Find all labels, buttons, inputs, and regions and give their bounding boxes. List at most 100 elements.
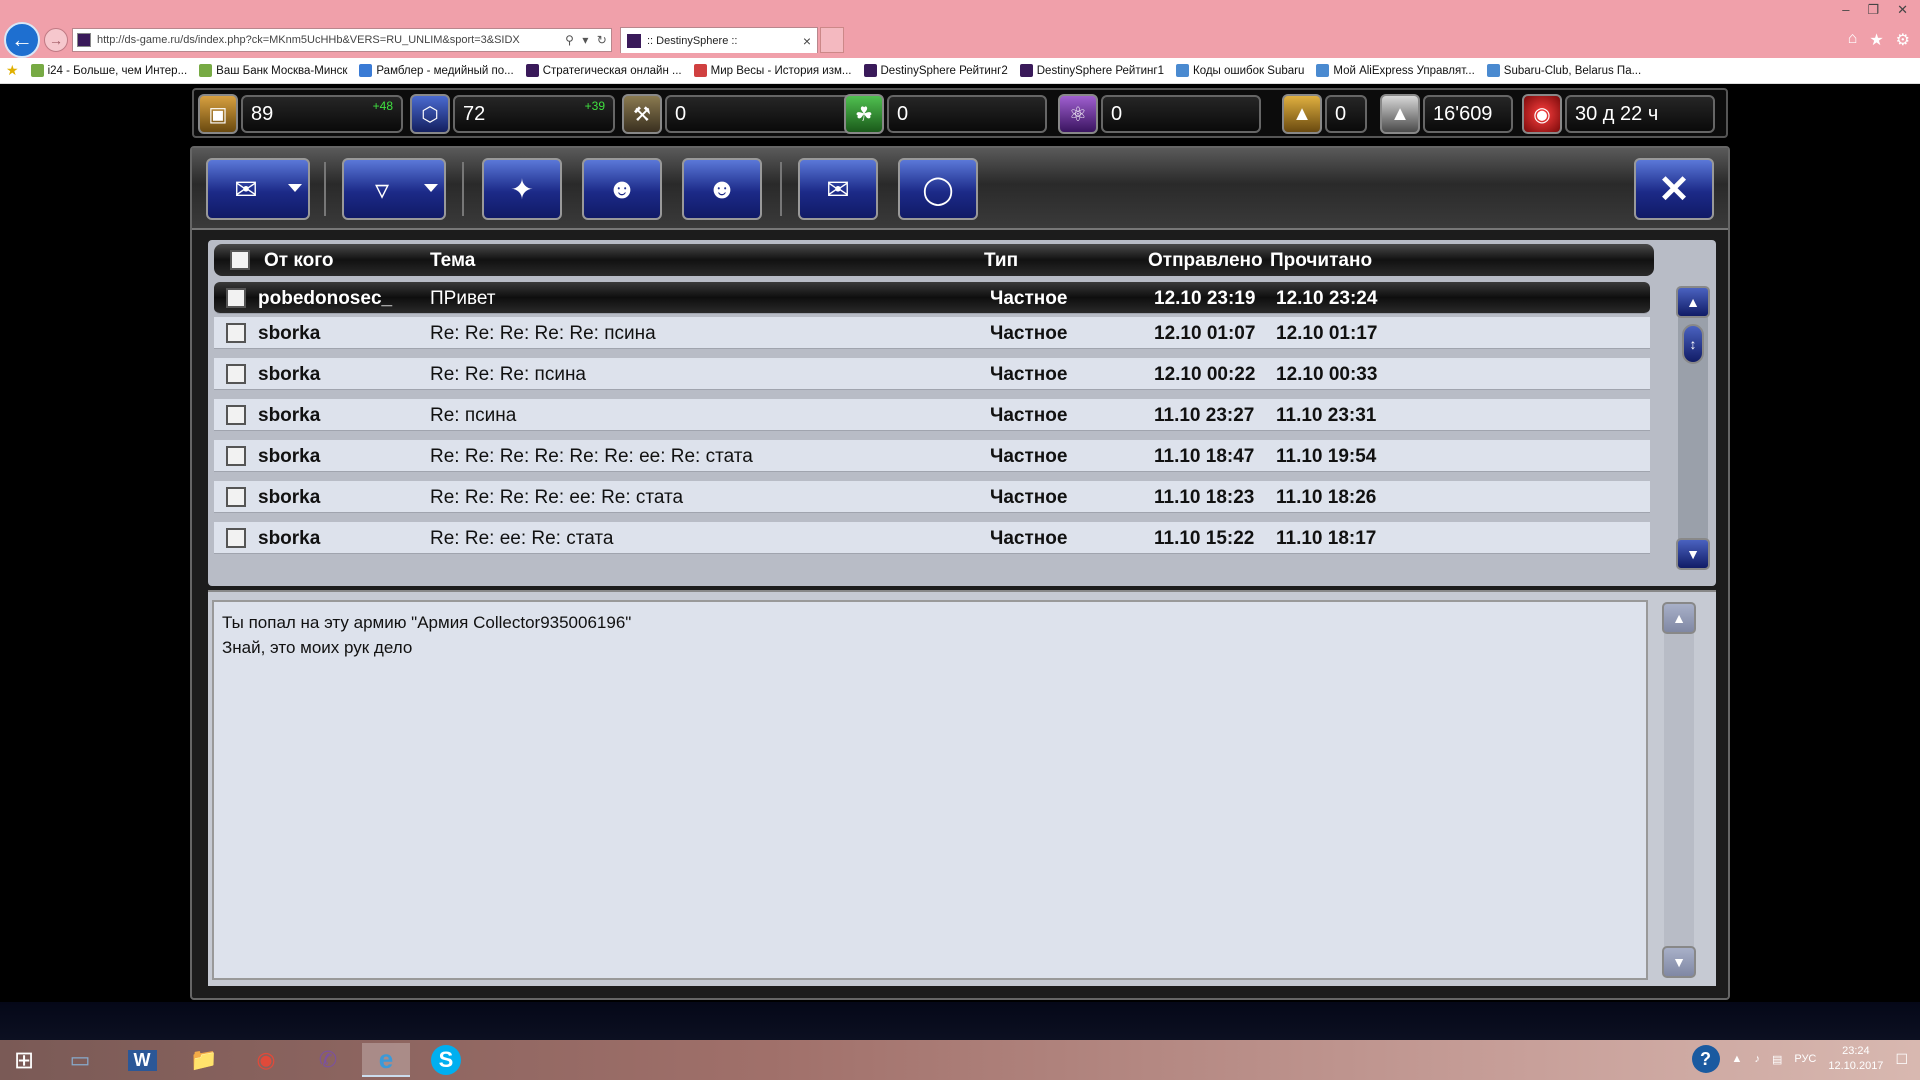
resource-delta: +39: [584, 99, 605, 113]
favorites-star-icon[interactable]: ★: [1869, 30, 1883, 50]
network-icon[interactable]: ▤: [1772, 1053, 1782, 1066]
new-tab-button[interactable]: [820, 27, 844, 53]
dropdown-icon[interactable]: ▾: [582, 33, 588, 47]
message-scrollbar[interactable]: ▲ ▼: [1662, 602, 1696, 978]
table-row[interactable]: sborka Re: Re: Re: Re: ee: Re: стата Час…: [214, 481, 1650, 513]
row-read: 12.10 00:33: [1276, 364, 1378, 385]
home-icon[interactable]: ⌂: [1848, 30, 1858, 50]
scroll-up-button[interactable]: ▲: [1662, 602, 1696, 634]
bookmark[interactable]: i24 - Больше, чем Интер...: [30, 64, 187, 77]
close-panel-button[interactable]: ✕: [1634, 158, 1714, 220]
forward-user-button[interactable]: ☻: [682, 158, 762, 220]
scroll-thumb[interactable]: ↕: [1682, 324, 1704, 364]
message-body[interactable]: Ты попал на эту армию "Армия Collector93…: [212, 600, 1648, 980]
timer-icon[interactable]: ◉: [1522, 94, 1562, 134]
close-tab-icon[interactable]: ×: [803, 33, 811, 49]
tool-icon[interactable]: ⚒: [622, 94, 662, 134]
add-favorite-icon[interactable]: ★: [6, 62, 19, 79]
viber-icon: ✆: [318, 1047, 338, 1072]
search-icon[interactable]: ⚲: [565, 33, 574, 47]
resource-value: 0: [1101, 95, 1261, 133]
url-text[interactable]: http://ds-game.ru/ds/index.php?ck=MKnm5U…: [97, 34, 561, 46]
start-button[interactable]: ⊞: [0, 1043, 48, 1077]
volume-icon[interactable]: ♪: [1754, 1053, 1760, 1065]
row-checkbox[interactable]: [226, 528, 246, 548]
atom-icon[interactable]: ⚛: [1058, 94, 1098, 134]
crystal-icon[interactable]: ⬡: [410, 94, 450, 134]
language-indicator[interactable]: РУС: [1794, 1053, 1816, 1065]
help-icon[interactable]: ?: [1691, 1045, 1720, 1073]
taskbar-app[interactable]: e: [362, 1043, 410, 1077]
bookmark[interactable]: Subaru-Club, Belarus Па...: [1486, 64, 1641, 77]
ship-silver-icon[interactable]: ▲: [1380, 94, 1420, 134]
inbox-dropdown-button[interactable]: ✉: [206, 158, 310, 220]
column-header-from[interactable]: От кого: [264, 250, 334, 272]
resource-item: ⚒ 0: [622, 94, 865, 134]
column-header-sent[interactable]: Отправлено: [1148, 250, 1263, 272]
restore-icon[interactable]: ❐: [1867, 2, 1879, 18]
ship-gold-icon[interactable]: ▲: [1282, 94, 1322, 134]
settings-gear-icon[interactable]: ⚙: [1896, 30, 1910, 50]
row-from: sborka: [258, 405, 321, 426]
forward-button[interactable]: →: [44, 28, 68, 52]
resource-item: ⚛ 0: [1058, 94, 1261, 134]
column-header-subject[interactable]: Тема: [430, 250, 475, 272]
bookmark[interactable]: Стратегическая онлайн ...: [525, 64, 682, 77]
clock[interactable]: 23:24 12.10.2017: [1828, 1044, 1883, 1074]
taskbar-app[interactable]: W: [118, 1043, 166, 1077]
cube-icon[interactable]: ▣: [198, 94, 238, 134]
bookmark[interactable]: Коды ошибок Subaru: [1176, 64, 1304, 77]
table-row[interactable]: sborka Re: Re: Re: псина Частное 12.10 0…: [214, 358, 1650, 390]
list-scrollbar[interactable]: ▲ ↕ ▼: [1676, 286, 1710, 570]
bookmark[interactable]: Рамблер - медийный по...: [359, 64, 514, 77]
taskbar-app[interactable]: 📁: [180, 1043, 228, 1077]
row-checkbox[interactable]: [226, 288, 246, 308]
select-all-checkbox[interactable]: [230, 250, 250, 270]
bookmark[interactable]: DestinySphere Рейтинг1: [1019, 64, 1164, 77]
contact-back-button[interactable]: ☻: [582, 158, 662, 220]
bookmark-favicon-icon: [1019, 64, 1033, 77]
row-subject: ПРивет: [430, 288, 496, 309]
row-from: pobedonosec_: [258, 288, 393, 309]
scroll-up-button[interactable]: ▲: [1676, 286, 1710, 318]
new-document-button[interactable]: ✦: [482, 158, 562, 220]
notifications-icon[interactable]: ☐: [1895, 1051, 1908, 1068]
row-checkbox[interactable]: [226, 364, 246, 384]
bookmark[interactable]: Мир Весы - История изм...: [693, 64, 852, 77]
table-row[interactable]: pobedonosec_ ПРивет Частное 12.10 23:19 …: [214, 282, 1650, 314]
wheat-icon[interactable]: ☘: [844, 94, 884, 134]
bookmark-favicon-icon: [1316, 64, 1330, 77]
table-row[interactable]: sborka Re: Re: Re: Re: Re: псина Частное…: [214, 317, 1650, 349]
delete-button[interactable]: ◯: [898, 158, 978, 220]
close-window-icon[interactable]: ✕: [1897, 2, 1908, 18]
address-bar[interactable]: http://ds-game.ru/ds/index.php?ck=MKnm5U…: [72, 28, 612, 52]
row-checkbox[interactable]: [226, 446, 246, 466]
mark-read-button[interactable]: ✉: [798, 158, 878, 220]
bookmark[interactable]: DestinySphere Рейтинг2: [863, 64, 1008, 77]
bookmark[interactable]: Мой AliExpress Управлят...: [1316, 64, 1475, 77]
taskbar-app[interactable]: ◉: [242, 1043, 290, 1077]
row-checkbox[interactable]: [226, 405, 246, 425]
scroll-down-button[interactable]: ▼: [1676, 538, 1710, 570]
minimize-icon[interactable]: –: [1842, 2, 1849, 18]
table-row[interactable]: sborka Re: псина Частное 11.10 23:27 11.…: [214, 399, 1650, 431]
tray-expand-icon[interactable]: ▲: [1732, 1053, 1743, 1065]
taskbar-app[interactable]: ▭: [56, 1043, 104, 1077]
table-row[interactable]: sborka Re: Re: ee: Re: стата Частное 11.…: [214, 522, 1650, 554]
refresh-icon[interactable]: ↻: [597, 33, 607, 47]
filter-dropdown-button[interactable]: ▿: [342, 158, 446, 220]
resource-item: ▣ 89 +48: [198, 94, 403, 134]
row-checkbox[interactable]: [226, 487, 246, 507]
row-checkbox[interactable]: [226, 323, 246, 343]
taskbar-app[interactable]: ✆: [304, 1043, 352, 1077]
browser-tab[interactable]: :: DestinySphere :: ×: [620, 27, 818, 53]
taskbar-app[interactable]: S: [422, 1043, 470, 1077]
bookmark[interactable]: Ваш Банк Москва-Минск: [199, 64, 347, 77]
table-row[interactable]: sborka Re: Re: Re: Re: Re: Re: ee: Re: с…: [214, 440, 1650, 472]
back-button[interactable]: ←: [4, 22, 40, 58]
column-header-read[interactable]: Прочитано: [1270, 250, 1372, 272]
mail-panel: ✉ ▿ ✦ ☻ ☻ ✉ ◯ ✕ От кого Тема Тип Отправл…: [190, 146, 1730, 1000]
scroll-down-button[interactable]: ▼: [1662, 946, 1696, 978]
arrow-up-icon: ▲: [1672, 610, 1686, 626]
column-header-type[interactable]: Тип: [984, 250, 1018, 272]
